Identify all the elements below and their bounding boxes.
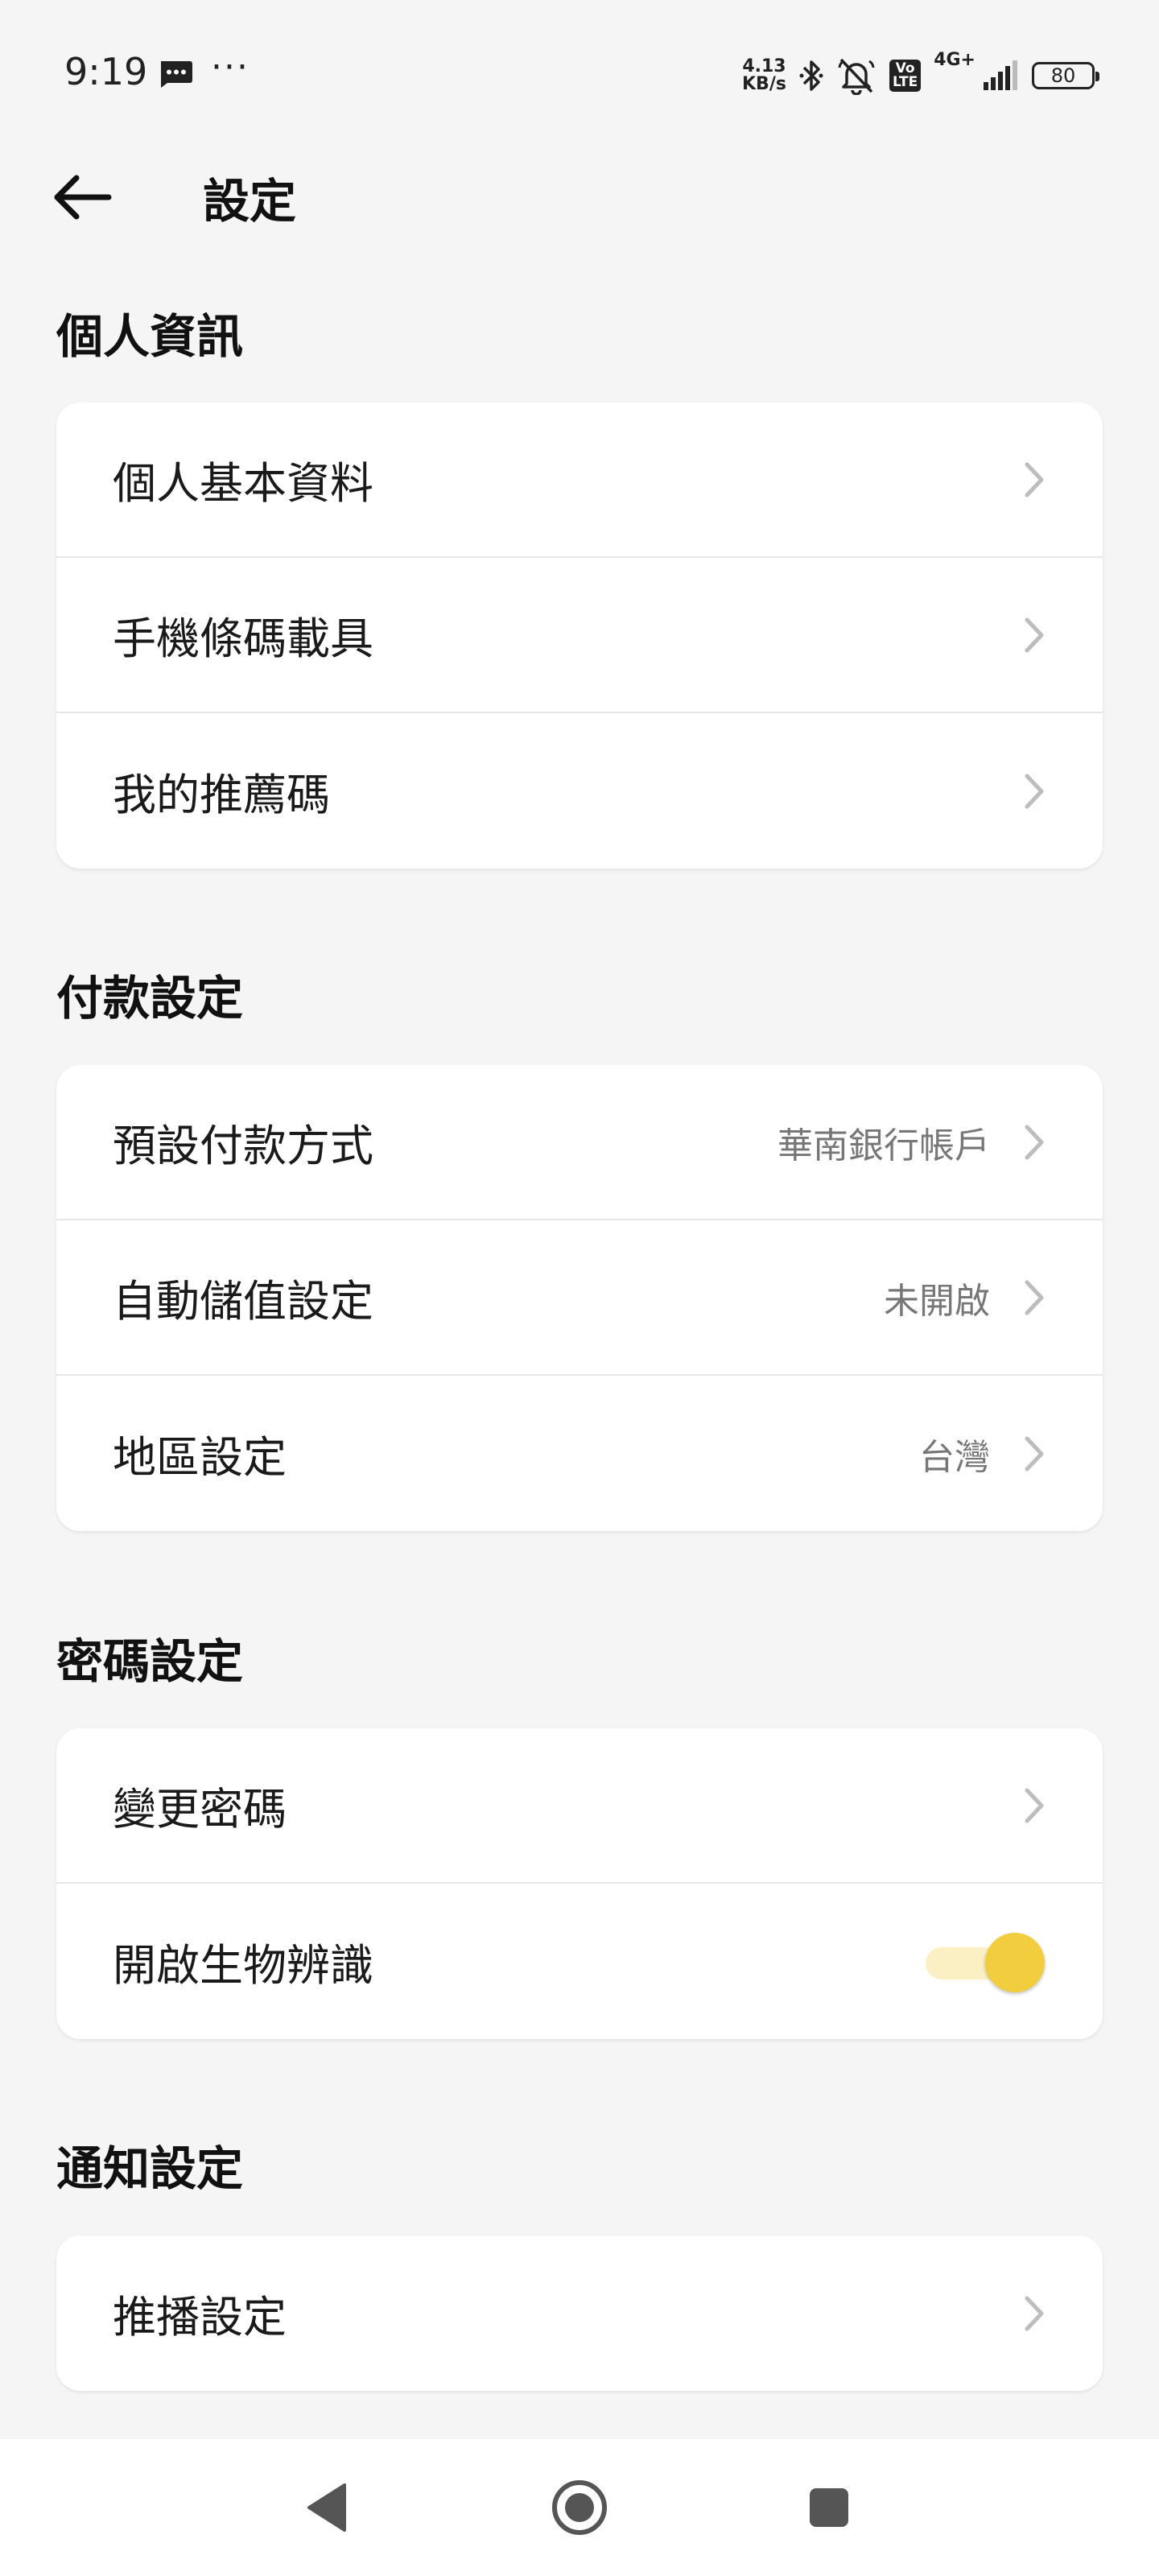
nav-home-icon — [552, 2480, 607, 2535]
back-button[interactable] — [45, 161, 118, 233]
payment-card: 預設付款方式 華南銀行帳戶 自動儲值設定 未開啟 地區設定 台灣 — [56, 1065, 1103, 1531]
setting-referral-code[interactable]: 我的推薦碼 — [56, 713, 1103, 869]
setting-label: 我的推薦碼 — [113, 770, 330, 820]
setting-value: 台灣 — [919, 1436, 990, 1478]
status-bar: 9:19 ··· 4.13 KB/s Vo LTE 4G+ 80 — [0, 0, 1159, 153]
chevron-right-icon — [1025, 1436, 1044, 1471]
chevron-right-icon — [1025, 2296, 1044, 2330]
section-title-personal: 個人資訊 — [56, 309, 244, 364]
setting-auto-topup[interactable]: 自動儲值設定 未開啟 — [56, 1220, 1103, 1376]
page-title: 設定 — [203, 174, 297, 229]
setting-label: 變更密碼 — [113, 1784, 287, 1835]
setting-label: 預設付款方式 — [113, 1121, 373, 1171]
battery-icon: 80 — [1032, 62, 1099, 89]
chevron-right-icon — [1025, 774, 1044, 808]
more-notifications-icon: ··· — [211, 47, 250, 88]
notification-card: 推播設定 — [56, 2235, 1103, 2391]
nav-back-button[interactable] — [278, 2439, 375, 2576]
section-title-payment: 付款設定 — [56, 971, 244, 1026]
setting-label: 開啟生物辨識 — [113, 1940, 373, 1991]
setting-push[interactable]: 推播設定 — [56, 2235, 1103, 2391]
mute-icon — [838, 58, 875, 95]
setting-biometric: 開啟生物辨識 — [56, 1884, 1103, 2039]
chevron-right-icon — [1025, 1280, 1044, 1315]
setting-label: 自動儲值設定 — [113, 1276, 373, 1327]
arrow-left-icon — [54, 175, 112, 220]
chevron-right-icon — [1025, 462, 1044, 497]
nav-back-icon — [307, 2483, 346, 2532]
system-nav-bar — [0, 2439, 1159, 2576]
signal-icon — [984, 60, 1017, 90]
nav-recents-button[interactable] — [781, 2439, 877, 2576]
setting-label: 地區設定 — [113, 1432, 287, 1483]
chevron-right-icon — [1025, 1788, 1044, 1823]
biometric-toggle[interactable] — [926, 1930, 1046, 1994]
setting-mobile-barcode[interactable]: 手機條碼載具 — [56, 558, 1103, 713]
setting-label: 個人基本資料 — [113, 458, 373, 509]
setting-value: 未開啟 — [884, 1280, 990, 1322]
setting-profile[interactable]: 個人基本資料 — [56, 402, 1103, 558]
section-title-notification: 通知設定 — [56, 2141, 244, 2196]
status-time: 9:19 — [64, 50, 148, 93]
setting-default-payment[interactable]: 預設付款方式 華南銀行帳戶 — [56, 1065, 1103, 1220]
setting-region[interactable]: 地區設定 台灣 — [56, 1376, 1103, 1531]
toggle-thumb — [985, 1932, 1045, 1992]
setting-value: 華南銀行帳戶 — [777, 1125, 990, 1166]
personal-card: 個人基本資料 手機條碼載具 我的推薦碼 — [56, 402, 1103, 869]
section-title-password: 密碼設定 — [56, 1634, 244, 1689]
status-icons: 4.13 KB/s Vo LTE 4G+ 80 — [742, 50, 1099, 100]
nav-home-button[interactable] — [531, 2439, 628, 2576]
password-card: 變更密碼 開啟生物辨識 — [56, 1728, 1103, 2039]
nav-recents-icon — [810, 2488, 848, 2527]
network-type: 4G+ — [934, 50, 975, 70]
network-speed: 4.13 KB/s — [742, 56, 786, 94]
chevron-right-icon — [1025, 1125, 1044, 1159]
setting-label: 推播設定 — [113, 2292, 287, 2343]
volte-icon: Vo LTE — [889, 60, 922, 92]
setting-label: 手機條碼載具 — [113, 613, 373, 664]
chevron-right-icon — [1025, 617, 1044, 652]
message-icon — [161, 61, 192, 88]
bluetooth-icon — [799, 60, 823, 91]
setting-change-password[interactable]: 變更密碼 — [56, 1728, 1103, 1884]
